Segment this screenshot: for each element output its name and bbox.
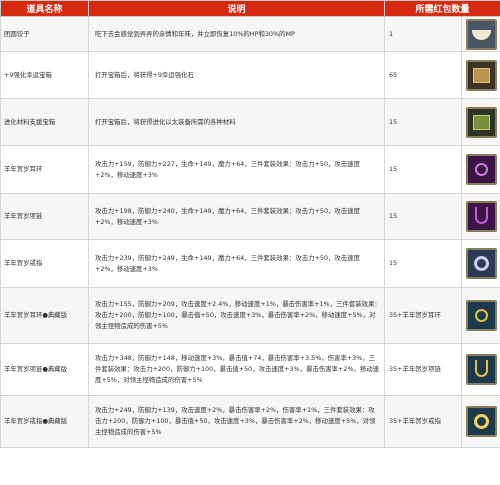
- ring-icon: [465, 248, 497, 279]
- table-header-row: 道具名称 说明 所需红包数量: [0, 0, 500, 17]
- ring-deluxe-icon: [465, 406, 497, 437]
- necklace-icon: [465, 201, 497, 232]
- item-quantity: 35+羊年贺岁耳环: [384, 287, 462, 344]
- header-quantity: 所需红包数量: [383, 0, 500, 17]
- table-row: 羊年贺岁戒指 攻击力+239，防御力+249，生命+149，魔力+64，三件套装…: [0, 239, 500, 288]
- item-description: 打开宝箱后，将获得+9幸运强化石: [88, 51, 385, 99]
- item-quantity: 15: [384, 98, 462, 146]
- table-row: 羊年贺岁项链●典藏版 攻击力+348，防御力+148，移动速度+3%，暴击值+7…: [0, 343, 500, 396]
- item-quantity: 15: [384, 239, 462, 288]
- header-item-name: 道具名称: [0, 0, 89, 17]
- item-quantity: 35+羊年贺岁戒指: [384, 395, 462, 448]
- treasure-chest-icon: [465, 59, 497, 91]
- item-name: 进化材料支援宝箱: [0, 98, 89, 146]
- item-name: 羊年贺岁项链●典藏版: [0, 343, 89, 396]
- item-name: 羊年贺岁戒指●典藏版: [0, 395, 89, 448]
- table-row: 羊年贺岁项链 攻击力+198，防御力+240，生命+149，魔力+64，三件套装…: [0, 193, 500, 240]
- necklace-deluxe-icon: [465, 354, 497, 385]
- item-description: 攻击力+198，防御力+240，生命+149，魔力+64，三件套装效果：攻击力+…: [88, 193, 385, 240]
- items-table: 道具名称 说明 所需红包数量 团圆饺子 吃下去会感觉到弄弄的亲情和年味，并立即恢…: [0, 0, 500, 448]
- dumpling-bowl-icon: [465, 18, 497, 50]
- item-description: 打开宝箱后，将获得进化以太装备所需的各种材料: [88, 98, 385, 146]
- material-chest-icon: [465, 106, 497, 138]
- item-quantity: 15: [384, 193, 462, 240]
- table-row: 团圆饺子 吃下去会感觉到弄弄的亲情和年味，并立即恢复10%的HP和30%的MP …: [0, 16, 500, 52]
- item-description: 吃下去会感觉到弄弄的亲情和年味，并立即恢复10%的HP和30%的MP: [88, 16, 385, 52]
- item-quantity: 35+羊年贺岁项链: [384, 343, 462, 396]
- table-row: +9强化幸运宝箱 打开宝箱后，将获得+9幸运强化石 65: [0, 51, 500, 99]
- table-row: 羊年贺岁耳环●典藏版 攻击力+155，防御力+209，攻击速度+2.4%，移动速…: [0, 287, 500, 344]
- item-quantity: 1: [384, 16, 462, 52]
- header-description: 说明: [88, 0, 385, 17]
- earring-icon: [465, 154, 497, 185]
- item-description: 攻击力+348，防御力+148，移动速度+3%，暴击值+74，暴击伤害率+3.5…: [88, 343, 385, 396]
- item-description: 攻击力+249，防御力+139，攻击速度+2%，暴击伤害率+2%，伤害率+1%，…: [88, 395, 385, 448]
- table-row: 进化材料支援宝箱 打开宝箱后，将获得进化以太装备所需的各种材料 15: [0, 98, 500, 146]
- item-name: 羊年贺岁戒指: [0, 239, 89, 288]
- item-name: 羊年贺岁耳环●典藏版: [0, 287, 89, 344]
- item-name: 羊年贺岁项链: [0, 193, 89, 240]
- item-name: 团圆饺子: [0, 16, 89, 52]
- item-description: 攻击力+155，防御力+209，攻击速度+2.4%，移动速度+1%，暴击伤害率+…: [88, 287, 385, 344]
- table-row: 羊年贺岁戒指●典藏版 攻击力+249，防御力+139，攻击速度+2%，暴击伤害率…: [0, 395, 500, 448]
- item-quantity: 15: [384, 145, 462, 194]
- table-row: 羊年贺岁耳环 攻击力+159，防御力+227，生命+149，魔力+64，三件套装…: [0, 145, 500, 194]
- item-description: 攻击力+159，防御力+227，生命+149，魔力+64，三件套装效果：攻击力+…: [88, 145, 385, 194]
- item-name: +9强化幸运宝箱: [0, 51, 89, 99]
- earring-deluxe-icon: [465, 300, 497, 331]
- item-name: 羊年贺岁耳环: [0, 145, 89, 194]
- item-description: 攻击力+239，防御力+249，生命+149，魔力+64，三件套装效果：攻击力+…: [88, 239, 385, 288]
- item-quantity: 65: [384, 51, 462, 99]
